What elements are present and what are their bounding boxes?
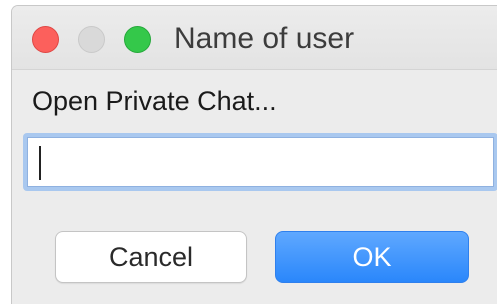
username-input[interactable] [27,137,494,187]
text-field-focus-ring [23,133,497,191]
zoom-traffic-light-icon[interactable] [124,26,151,53]
close-traffic-light-icon[interactable] [32,26,59,53]
dialog-window: Name of user Open Private Chat... Cancel… [11,5,497,304]
ok-button[interactable]: OK [275,231,469,283]
dialog-prompt: Open Private Chat... [32,86,277,116]
minimize-traffic-light-icon[interactable] [78,26,105,53]
text-caret [39,146,41,180]
window-title: Name of user [174,22,355,55]
title-bar[interactable]: Name of user [12,6,497,70]
cancel-button[interactable]: Cancel [55,231,247,283]
